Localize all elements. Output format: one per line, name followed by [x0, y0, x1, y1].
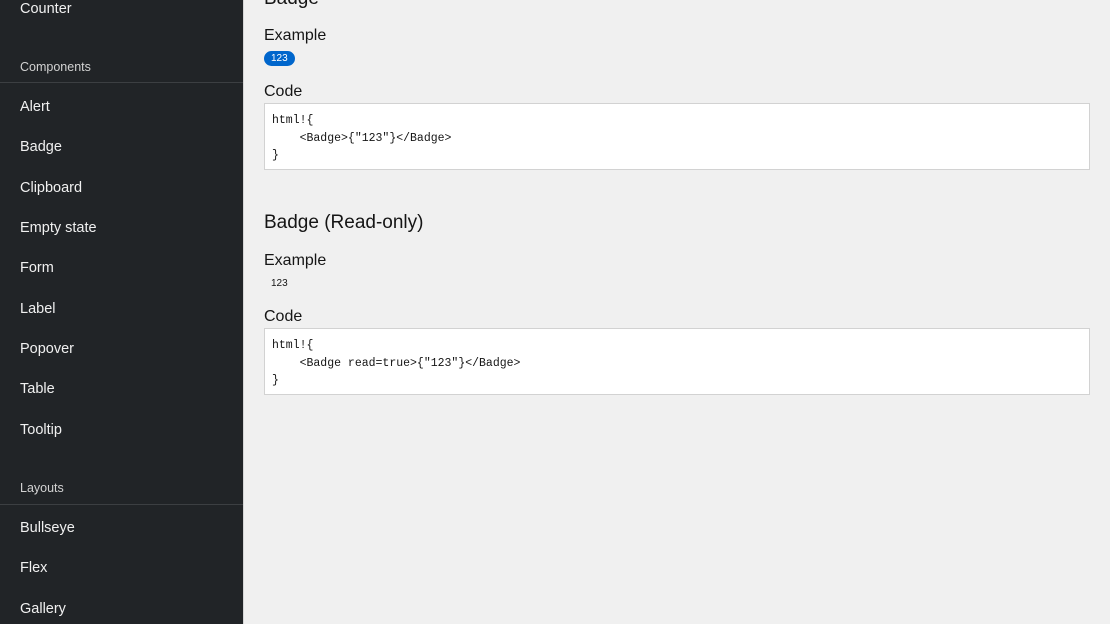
section-title-badge-read-only: Badge (Read-only)	[264, 212, 424, 233]
sidebar-item-counter[interactable]: Counter	[20, 0, 72, 18]
code-line: <Badge read=true>{"123"}</Badge>	[272, 356, 521, 370]
sidebar-item-gallery[interactable]: Gallery	[20, 600, 66, 618]
code-heading: Code	[264, 308, 303, 325]
sidebar-nav: Counter Components Alert Badge Clipboard…	[0, 0, 243, 624]
code-line: <Badge>{"123"}</Badge>	[272, 131, 452, 145]
example-heading: Example	[264, 27, 327, 44]
sidebar-item-table[interactable]: Table	[20, 380, 55, 398]
code-line: }	[272, 149, 279, 162]
code-line: html!{	[272, 114, 314, 127]
main-content: Badge Example 123 Code html!{ <Badge>{"1…	[243, 0, 1110, 624]
sidebar-item-flex[interactable]: Flex	[20, 559, 47, 577]
sidebar-item-label[interactable]: Label	[20, 300, 55, 318]
sidebar-item-popover[interactable]: Popover	[20, 340, 74, 358]
sidebar-item-tooltip[interactable]: Tooltip	[20, 421, 62, 439]
nav-heading-layouts: Layouts	[20, 481, 64, 495]
code-line: html!{	[272, 339, 314, 352]
sidebar-item-badge[interactable]: Badge	[20, 138, 62, 156]
sidebar-item-empty-state[interactable]: Empty state	[20, 219, 97, 237]
badge-unread: 123	[264, 51, 295, 66]
code-heading: Code	[264, 83, 303, 100]
nav-divider	[0, 82, 243, 83]
sidebar-item-clipboard[interactable]: Clipboard	[20, 179, 82, 197]
code-block[interactable]: html!{ <Badge>{"123"}</Badge>}	[264, 103, 1090, 170]
badge-read: 123	[264, 276, 295, 291]
sidebar-item-alert[interactable]: Alert	[20, 98, 50, 116]
nav-heading-components: Components	[20, 60, 91, 74]
sidebar-item-form[interactable]: Form	[20, 259, 54, 277]
example-heading: Example	[264, 252, 327, 269]
code-block[interactable]: html!{ <Badge read=true>{"123"}</Badge>}	[264, 328, 1090, 395]
code-line: }	[272, 374, 279, 387]
section-title-badge: Badge	[264, 0, 319, 10]
nav-divider	[0, 504, 243, 505]
sidebar-item-bullseye[interactable]: Bullseye	[20, 519, 75, 537]
